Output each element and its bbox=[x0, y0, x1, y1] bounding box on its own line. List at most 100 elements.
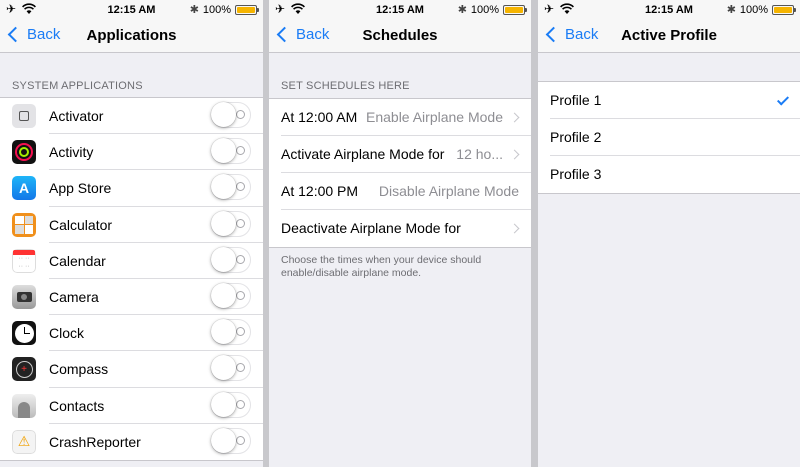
status-bar: ✈ 12:15 AM ✱ 100% bbox=[269, 0, 531, 20]
off-indicator-icon bbox=[236, 435, 245, 445]
schedule-row[interactable]: Activate Airplane Mode for 12 ho... bbox=[269, 136, 531, 173]
status-bar: ✈ 12:15 AM ✱ 100% bbox=[538, 0, 800, 20]
schedule-list: At 12:00 AM Enable Airplane Mode Activate … bbox=[269, 98, 531, 248]
list-item: Contacts bbox=[0, 388, 263, 424]
app-label: App Store bbox=[49, 180, 112, 197]
nav-bar: Back Applications bbox=[0, 20, 263, 53]
list-item: ·· ·· ·· ·· Calendar bbox=[0, 243, 263, 279]
profile-row[interactable]: Profile 3 bbox=[538, 156, 800, 193]
app-label: Compass bbox=[49, 361, 109, 378]
toggle-knob bbox=[211, 102, 236, 127]
list-item: ⚠ CrashReporter bbox=[0, 424, 263, 460]
profile-row[interactable]: Profile 1 bbox=[538, 82, 800, 119]
profile-label: Profile 2 bbox=[550, 129, 602, 145]
schedule-label: Deactivate Airplane Mode for bbox=[281, 220, 461, 236]
app-toggle[interactable] bbox=[211, 355, 251, 382]
app-toggle[interactable] bbox=[211, 391, 251, 418]
app-toggle[interactable] bbox=[211, 246, 251, 273]
profile-row[interactable]: Profile 2 bbox=[538, 119, 800, 156]
clock-icon bbox=[12, 321, 36, 346]
off-indicator-icon bbox=[236, 218, 245, 228]
list-item: Calculator bbox=[0, 207, 263, 243]
page-title: Schedules bbox=[362, 27, 438, 44]
chevron-right-icon bbox=[509, 149, 520, 160]
profile-list: Profile 1 Profile 2 Profile 3 bbox=[538, 81, 800, 194]
app-label: Contacts bbox=[49, 397, 105, 414]
schedule-label: At 12:00 AM bbox=[281, 109, 358, 125]
calendar-icon: ·· ·· ·· ·· bbox=[12, 248, 36, 273]
toggle-knob bbox=[211, 174, 236, 200]
app-label: Clock bbox=[49, 325, 85, 342]
section-header: SET SCHEDULES HERE bbox=[281, 80, 410, 92]
app-label: Activator bbox=[49, 108, 104, 124]
profile-label: Profile 1 bbox=[550, 92, 602, 108]
chevron-right-icon bbox=[509, 112, 520, 123]
list-item: Camera bbox=[0, 279, 263, 316]
off-indicator-icon bbox=[236, 182, 245, 192]
list-item: A App Store bbox=[0, 170, 263, 207]
off-indicator-icon bbox=[236, 363, 245, 373]
app-toggle[interactable] bbox=[211, 138, 251, 165]
battery-percent: 100% bbox=[202, 4, 231, 16]
toggle-knob bbox=[211, 427, 236, 453]
battery-percent: 100% bbox=[739, 4, 768, 16]
app-list: Activator Activity A App Store Calculator ·· … bbox=[0, 97, 263, 461]
app-toggle[interactable] bbox=[211, 210, 251, 237]
list-item: Clock bbox=[0, 315, 263, 352]
toggle-knob bbox=[211, 210, 236, 236]
calculator-icon bbox=[12, 212, 36, 237]
nav-bar: Back Active Profile bbox=[538, 20, 800, 53]
app-label: Calendar bbox=[49, 252, 106, 269]
app-toggle[interactable] bbox=[211, 427, 251, 454]
toggle-knob bbox=[211, 319, 236, 345]
off-indicator-icon bbox=[236, 146, 245, 156]
battery-icon bbox=[503, 5, 527, 15]
schedule-label: Activate Airplane Mode for bbox=[281, 146, 445, 162]
compass-icon: + bbox=[12, 357, 36, 382]
off-indicator-icon bbox=[236, 399, 245, 409]
profile-label: Profile 3 bbox=[550, 166, 602, 182]
list-item: Activity bbox=[0, 134, 263, 171]
app-store-icon: A bbox=[12, 176, 36, 201]
page-title: Applications bbox=[86, 27, 177, 44]
camera-icon bbox=[12, 284, 36, 309]
section-header: SYSTEM APPLICATIONS bbox=[12, 80, 143, 92]
list-item: Activator bbox=[0, 98, 263, 135]
app-toggle[interactable] bbox=[211, 319, 251, 346]
app-label: Camera bbox=[49, 288, 99, 305]
off-indicator-icon bbox=[236, 327, 245, 337]
off-indicator-icon bbox=[236, 110, 245, 119]
activator-icon bbox=[12, 104, 36, 128]
activity-icon bbox=[12, 140, 36, 165]
schedule-value: Disable Airplane Mode bbox=[378, 183, 519, 199]
schedule-label: At 12:00 PM bbox=[281, 183, 359, 199]
footer-note: Choose the times when your device should… bbox=[281, 254, 482, 279]
applications-screen: ✈ 12:15 AM ✱ 100% Back Applications SYST… bbox=[0, 0, 263, 467]
schedule-row[interactable]: At 12:00 AM Enable Airplane Mode bbox=[269, 99, 531, 136]
app-label: Activity bbox=[49, 144, 94, 161]
app-toggle[interactable] bbox=[211, 174, 251, 201]
bluetooth-icon: ✱ bbox=[457, 4, 467, 16]
schedule-value: Enable Airplane Mode bbox=[366, 109, 503, 125]
status-bar: ✈ 12:15 AM ✱ 100% bbox=[0, 0, 263, 20]
schedule-row[interactable]: At 12:00 PM Disable Airplane Mode bbox=[269, 173, 531, 210]
bluetooth-icon: ✱ bbox=[726, 4, 736, 16]
bluetooth-icon: ✱ bbox=[189, 4, 199, 16]
contacts-icon bbox=[12, 393, 36, 418]
battery-percent: 100% bbox=[470, 4, 499, 16]
toggle-knob bbox=[211, 282, 236, 308]
chevron-right-icon bbox=[509, 223, 520, 234]
off-indicator-icon bbox=[236, 254, 245, 264]
checkmark-icon bbox=[776, 93, 790, 106]
list-item: + Compass bbox=[0, 351, 263, 388]
app-toggle[interactable] bbox=[211, 102, 251, 128]
app-toggle[interactable] bbox=[211, 282, 251, 309]
schedule-row[interactable]: Deactivate Airplane Mode for bbox=[269, 210, 531, 247]
schedule-value: 12 ho... bbox=[456, 146, 503, 162]
toggle-knob bbox=[211, 391, 236, 417]
app-label: Calculator bbox=[49, 216, 113, 233]
off-indicator-icon bbox=[236, 290, 245, 300]
crash-reporter-icon: ⚠ bbox=[12, 429, 36, 454]
active-profile-screen: ✈ 12:15 AM ✱ 100% Back Active Profile Pr… bbox=[538, 0, 800, 467]
schedules-screen: ✈ 12:15 AM ✱ 100% Back Schedules SET SCH… bbox=[269, 0, 531, 467]
